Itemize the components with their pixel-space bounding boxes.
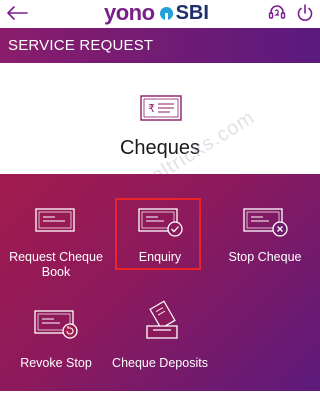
brand-yono-text: yono — [104, 0, 155, 25]
brand-sbi-text: SBI — [175, 2, 209, 24]
cheque-cancel-icon — [243, 208, 288, 237]
page-title: SERVICE REQUEST — [8, 37, 154, 54]
power-icon — [297, 4, 313, 21]
cheque-deposit-icon — [146, 300, 178, 339]
enquiry-highlight-box — [115, 198, 201, 270]
back-button[interactable] — [4, 1, 30, 25]
panel-bottom-strip — [0, 391, 320, 395]
cheque-revoke-icon — [34, 310, 78, 339]
sbi-logo-icon — [159, 6, 173, 20]
option-label: Stop Cheque — [228, 250, 302, 264]
logout-button[interactable] — [294, 2, 316, 24]
option-label: Request Cheque Book — [9, 250, 103, 279]
option-request-cheque-book[interactable]: Request Cheque Book — [0, 198, 110, 288]
cheque-rupee-icon: ₹ — [140, 95, 182, 121]
option-revoke-stop[interactable]: Revoke Stop — [0, 300, 110, 380]
option-label: Revoke Stop — [20, 356, 92, 370]
headset-icon — [268, 5, 286, 19]
option-label: Cheque Deposits — [112, 356, 208, 370]
cheque-book-icon — [35, 208, 75, 232]
svg-text:₹: ₹ — [148, 102, 155, 115]
hero-section: ₹ Cheques — [0, 63, 320, 174]
option-stop-cheque[interactable]: Stop Cheque — [210, 198, 320, 288]
top-bar: yono SBI — [0, 0, 320, 28]
category-title: Cheques — [119, 137, 201, 159]
option-cheque-deposits[interactable]: Cheque Deposits — [105, 300, 215, 380]
arrow-left-icon — [7, 6, 28, 20]
app-logo: yono SBI — [104, 0, 209, 26]
help-button[interactable] — [266, 2, 288, 24]
section-header: SERVICE REQUEST — [0, 28, 320, 63]
